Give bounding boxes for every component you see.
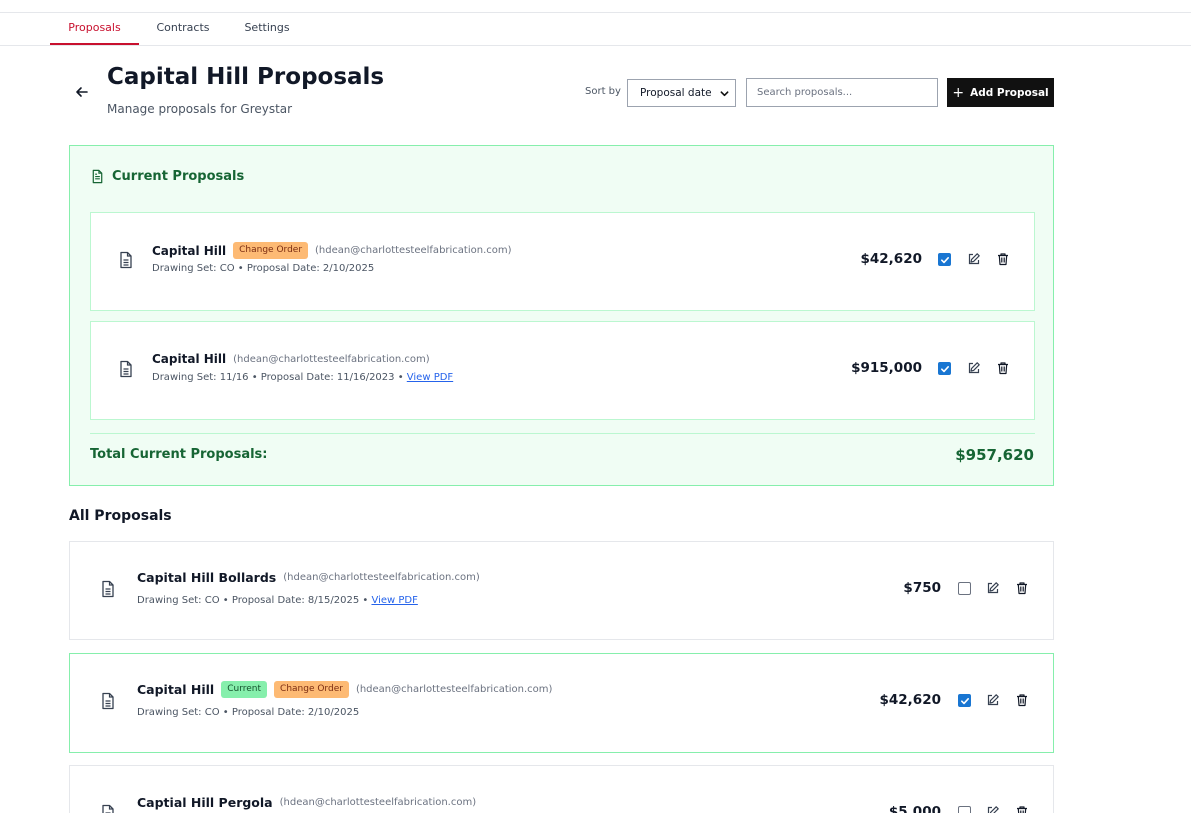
- document-icon: [92, 169, 103, 184]
- proposal-meta: Drawing Set: CO • Proposal Date: 8/15/20…: [137, 595, 418, 606]
- total-current-label: Total Current Proposals:: [90, 447, 268, 462]
- trash-icon[interactable]: [996, 361, 1010, 375]
- chevron-down-icon: [720, 91, 729, 97]
- current-checkbox[interactable]: [938, 362, 951, 375]
- current-checkbox[interactable]: [958, 694, 971, 707]
- document-icon: [102, 580, 114, 598]
- proposal-meta-text: Drawing Set: 11/16 • Proposal Date: 11/1…: [152, 372, 407, 383]
- proposal-amount: $750: [903, 580, 941, 596]
- proposal-amount: $915,000: [851, 360, 922, 376]
- proposal-meta: Drawing Set: CO • Proposal Date: 2/10/20…: [137, 707, 360, 718]
- checkmark-icon: [941, 366, 949, 373]
- proposal-meta: Drawing Set: 11/16 • Proposal Date: 11/1…: [152, 372, 453, 383]
- tab-contracts[interactable]: Contracts: [146, 13, 220, 45]
- view-pdf-link[interactable]: View PDF: [407, 372, 453, 383]
- total-divider: [90, 433, 1035, 434]
- add-proposal-button[interactable]: + Add Proposal: [947, 78, 1054, 107]
- trash-icon[interactable]: [1015, 693, 1029, 707]
- sort-select-value: Proposal date: [640, 87, 712, 99]
- proposal-name: Capital Hill: [137, 682, 215, 697]
- current-proposal-card[interactable]: Capital Hill (hdean@charlottesteelfabric…: [90, 321, 1035, 420]
- edit-icon[interactable]: [986, 805, 1000, 813]
- tab-proposals[interactable]: Proposals: [50, 13, 139, 45]
- proposal-amount: $42,620: [879, 692, 942, 708]
- page-subtitle: Manage proposals for Greystar: [107, 102, 293, 116]
- proposal-email: (hdean@charlottesteelfabrication.com): [233, 353, 430, 365]
- proposal-meta: Drawing Set: CO • Proposal Date: 2/10/20…: [152, 263, 375, 274]
- checkmark-icon: [961, 698, 969, 705]
- trash-icon[interactable]: [996, 252, 1010, 266]
- sort-select[interactable]: Proposal date: [627, 79, 736, 107]
- current-proposals-title: Current Proposals: [112, 169, 245, 184]
- trash-icon[interactable]: [1015, 581, 1029, 595]
- proposal-card[interactable]: Capital Hill Current Change Order (hdean…: [69, 653, 1054, 753]
- view-pdf-link[interactable]: View PDF: [371, 595, 417, 606]
- proposal-meta-text: Drawing Set: CO • Proposal Date: 8/15/20…: [137, 595, 372, 606]
- current-proposals-heading: Current Proposals: [90, 169, 244, 184]
- proposal-email: (hdean@charlottesteelfabrication.com): [279, 797, 477, 808]
- document-icon: [120, 360, 132, 378]
- search-input[interactable]: [746, 78, 938, 107]
- proposal-email: (hdean@charlottesteelfabrication.com): [355, 684, 553, 695]
- change-order-badge: Change Order: [233, 242, 309, 259]
- proposal-card[interactable]: Captial Hill Pergola (hdean@charlotteste…: [69, 765, 1054, 813]
- edit-icon[interactable]: [967, 252, 981, 266]
- total-current-amount: $957,620: [955, 446, 1034, 464]
- document-icon: [102, 804, 114, 813]
- checkmark-icon: [941, 257, 949, 264]
- tab-settings[interactable]: Settings: [234, 13, 300, 45]
- back-button[interactable]: [72, 82, 92, 102]
- edit-icon[interactable]: [967, 361, 981, 375]
- proposal-email: (hdean@charlottesteelfabrication.com): [283, 572, 480, 583]
- edit-icon[interactable]: [986, 581, 1000, 595]
- current-checkbox[interactable]: [958, 582, 971, 595]
- current-checkbox[interactable]: [958, 806, 971, 813]
- trash-icon[interactable]: [1015, 805, 1029, 813]
- proposal-card[interactable]: Capital Hill Bollards (hdean@charlottest…: [69, 541, 1054, 640]
- add-proposal-label: Add Proposal: [970, 86, 1049, 99]
- proposal-name: Capital Hill Bollards: [137, 570, 277, 585]
- proposal-name: Capital Hill: [152, 243, 227, 258]
- page-title: Capital Hill Proposals: [107, 64, 385, 90]
- proposal-name: Capital Hill: [152, 352, 227, 366]
- current-proposal-card[interactable]: Capital Hill Change Order (hdean@charlot…: [90, 212, 1035, 311]
- proposal-email: (hdean@charlottesteelfabrication.com): [315, 245, 512, 256]
- sort-label: Sort by: [585, 86, 621, 97]
- arrow-left-icon: [76, 87, 88, 97]
- tab-bar: Proposals Contracts Settings: [0, 13, 1191, 46]
- document-icon: [102, 692, 114, 710]
- current-proposals-panel: Current Proposals Capital Hill Change Or…: [69, 145, 1054, 486]
- proposal-name: Captial Hill Pergola: [137, 795, 273, 810]
- proposal-amount: $42,620: [860, 251, 923, 267]
- document-icon: [120, 251, 132, 269]
- plus-icon: +: [952, 84, 965, 101]
- edit-icon[interactable]: [986, 693, 1000, 707]
- proposal-amount: $5,000: [888, 804, 941, 813]
- change-order-badge: Change Order: [274, 681, 349, 698]
- all-proposals-title: All Proposals: [69, 508, 172, 524]
- current-checkbox[interactable]: [938, 253, 951, 266]
- current-badge: Current: [221, 681, 268, 698]
